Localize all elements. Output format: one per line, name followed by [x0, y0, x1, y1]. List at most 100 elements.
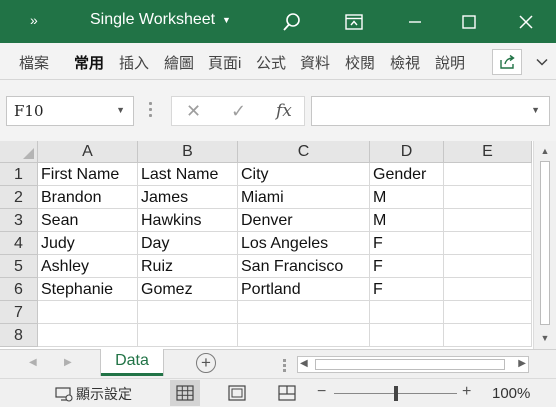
title-dropdown-icon[interactable]: ▼ [222, 15, 231, 25]
maximize-button[interactable] [442, 0, 496, 43]
cell-c2[interactable]: Miami [238, 186, 370, 209]
select-all-button[interactable] [0, 141, 38, 163]
cancel-icon[interactable]: ✕ [186, 101, 201, 122]
cell-c3[interactable]: Denver [238, 209, 370, 232]
scroll-up-icon[interactable]: ▲ [538, 144, 552, 158]
cell-e2[interactable] [444, 186, 532, 209]
cell-b7[interactable] [138, 301, 238, 324]
sheet-tab-data[interactable]: Data [101, 349, 163, 376]
cell-c8[interactable] [238, 324, 370, 347]
display-settings-button[interactable]: 顯示設定 [55, 384, 132, 404]
cell-b1[interactable]: Last Name [138, 163, 238, 186]
cell-b2[interactable]: James [138, 186, 238, 209]
tab-formulas[interactable]: 公式 [256, 52, 286, 73]
tab-home[interactable]: 常用 [74, 52, 104, 73]
row-header-1[interactable]: 1 [0, 163, 38, 186]
cell-d2[interactable]: M [370, 186, 444, 209]
zoom-level[interactable]: 100% [492, 385, 530, 402]
cell-d8[interactable] [370, 324, 444, 347]
cell-c1[interactable]: City [238, 163, 370, 186]
cell-a8[interactable] [38, 324, 138, 347]
cell-e4[interactable] [444, 232, 532, 255]
normal-view-button[interactable] [170, 380, 200, 406]
formula-input[interactable]: ▼ [311, 96, 550, 126]
tab-review[interactable]: 校閱 [345, 52, 375, 73]
cell-b6[interactable]: Gomez [138, 278, 238, 301]
cell-d6[interactable]: F [370, 278, 444, 301]
cell-e5[interactable] [444, 255, 532, 278]
tab-data[interactable]: 資料 [300, 52, 330, 73]
cell-d5[interactable]: F [370, 255, 444, 278]
formula-bar-resize-handle[interactable] [149, 102, 153, 120]
column-header-e[interactable]: E [444, 141, 532, 163]
name-box[interactable]: F10 ▼ [6, 96, 134, 126]
search-button[interactable] [265, 0, 319, 43]
add-sheet-icon[interactable]: + [196, 353, 216, 373]
minimize-button[interactable] [388, 0, 442, 43]
horizontal-scroll-thumb[interactable] [315, 359, 505, 370]
cell-c5[interactable]: San Francisco [238, 255, 370, 278]
tab-help[interactable]: 說明 [435, 52, 465, 73]
row-header-3[interactable]: 3 [0, 209, 38, 232]
scroll-left-icon[interactable]: ◀ [300, 358, 308, 369]
cell-a6[interactable]: Stephanie [38, 278, 138, 301]
cell-a2[interactable]: Brandon [38, 186, 138, 209]
cell-b5[interactable]: Ruiz [138, 255, 238, 278]
zoom-out-button[interactable]: − [317, 383, 326, 401]
scroll-down-icon[interactable]: ▼ [538, 331, 552, 345]
cell-d4[interactable]: F [370, 232, 444, 255]
cell-a7[interactable] [38, 301, 138, 324]
cell-c6[interactable]: Portland [238, 278, 370, 301]
zoom-slider-thumb[interactable] [394, 386, 398, 401]
expand-formula-bar-icon[interactable]: ▼ [531, 105, 540, 115]
column-header-c[interactable]: C [238, 141, 370, 163]
enter-icon[interactable]: ✓ [231, 101, 246, 122]
chevron-down-icon[interactable]: ▼ [116, 105, 125, 115]
cell-e1[interactable] [444, 163, 532, 186]
cell-e3[interactable] [444, 209, 532, 232]
vertical-scrollbar[interactable]: ▲ ▼ [533, 141, 556, 349]
tab-draw[interactable]: 繪圖 [164, 52, 194, 73]
row-header-2[interactable]: 2 [0, 186, 38, 209]
ribbon-collapse-button[interactable] [532, 51, 552, 73]
page-break-view-button[interactable] [272, 380, 302, 406]
cell-d3[interactable]: M [370, 209, 444, 232]
horizontal-scrollbar[interactable]: ◀ ▶ [297, 356, 529, 373]
scroll-right-icon[interactable]: ▶ [518, 358, 526, 369]
row-header-6[interactable]: 6 [0, 278, 38, 301]
cell-e6[interactable] [444, 278, 532, 301]
vertical-scroll-thumb[interactable] [540, 161, 550, 325]
row-header-8[interactable]: 8 [0, 324, 38, 347]
cell-b3[interactable]: Hawkins [138, 209, 238, 232]
window-title[interactable]: Single Worksheet [90, 11, 215, 29]
cell-d7[interactable] [370, 301, 444, 324]
cell-a5[interactable]: Ashley [38, 255, 138, 278]
tab-view[interactable]: 檢視 [390, 52, 420, 73]
cell-d1[interactable]: Gender [370, 163, 444, 186]
cell-c4[interactable]: Los Angeles [238, 232, 370, 255]
cell-b4[interactable]: Day [138, 232, 238, 255]
cell-b8[interactable] [138, 324, 238, 347]
cell-a3[interactable]: Sean [38, 209, 138, 232]
column-header-b[interactable]: B [138, 141, 238, 163]
tab-insert[interactable]: 插入 [119, 52, 149, 73]
cell-e8[interactable] [444, 324, 532, 347]
cell-e7[interactable] [444, 301, 532, 324]
row-header-7[interactable]: 7 [0, 301, 38, 324]
column-header-a[interactable]: A [38, 141, 138, 163]
insert-function-icon[interactable]: fx [276, 101, 292, 121]
cell-a1[interactable]: First Name [38, 163, 138, 186]
row-header-4[interactable]: 4 [0, 232, 38, 255]
row-header-5[interactable]: 5 [0, 255, 38, 278]
cell-c7[interactable] [238, 301, 370, 324]
page-layout-view-button[interactable] [222, 380, 252, 406]
share-button[interactable] [492, 49, 522, 75]
zoom-in-button[interactable]: + [462, 383, 471, 401]
close-button[interactable] [499, 0, 553, 43]
next-sheet-icon[interactable]: ▶ [64, 357, 72, 368]
spreadsheet-grid[interactable]: A B C D E 1 First Name Last Name City Gender 2 Bran… [0, 141, 533, 349]
tab-file[interactable]: 檔案 [19, 52, 49, 73]
column-header-d[interactable]: D [370, 141, 444, 163]
cell-a4[interactable]: Judy [38, 232, 138, 255]
ribbon-display-button[interactable] [327, 0, 381, 43]
